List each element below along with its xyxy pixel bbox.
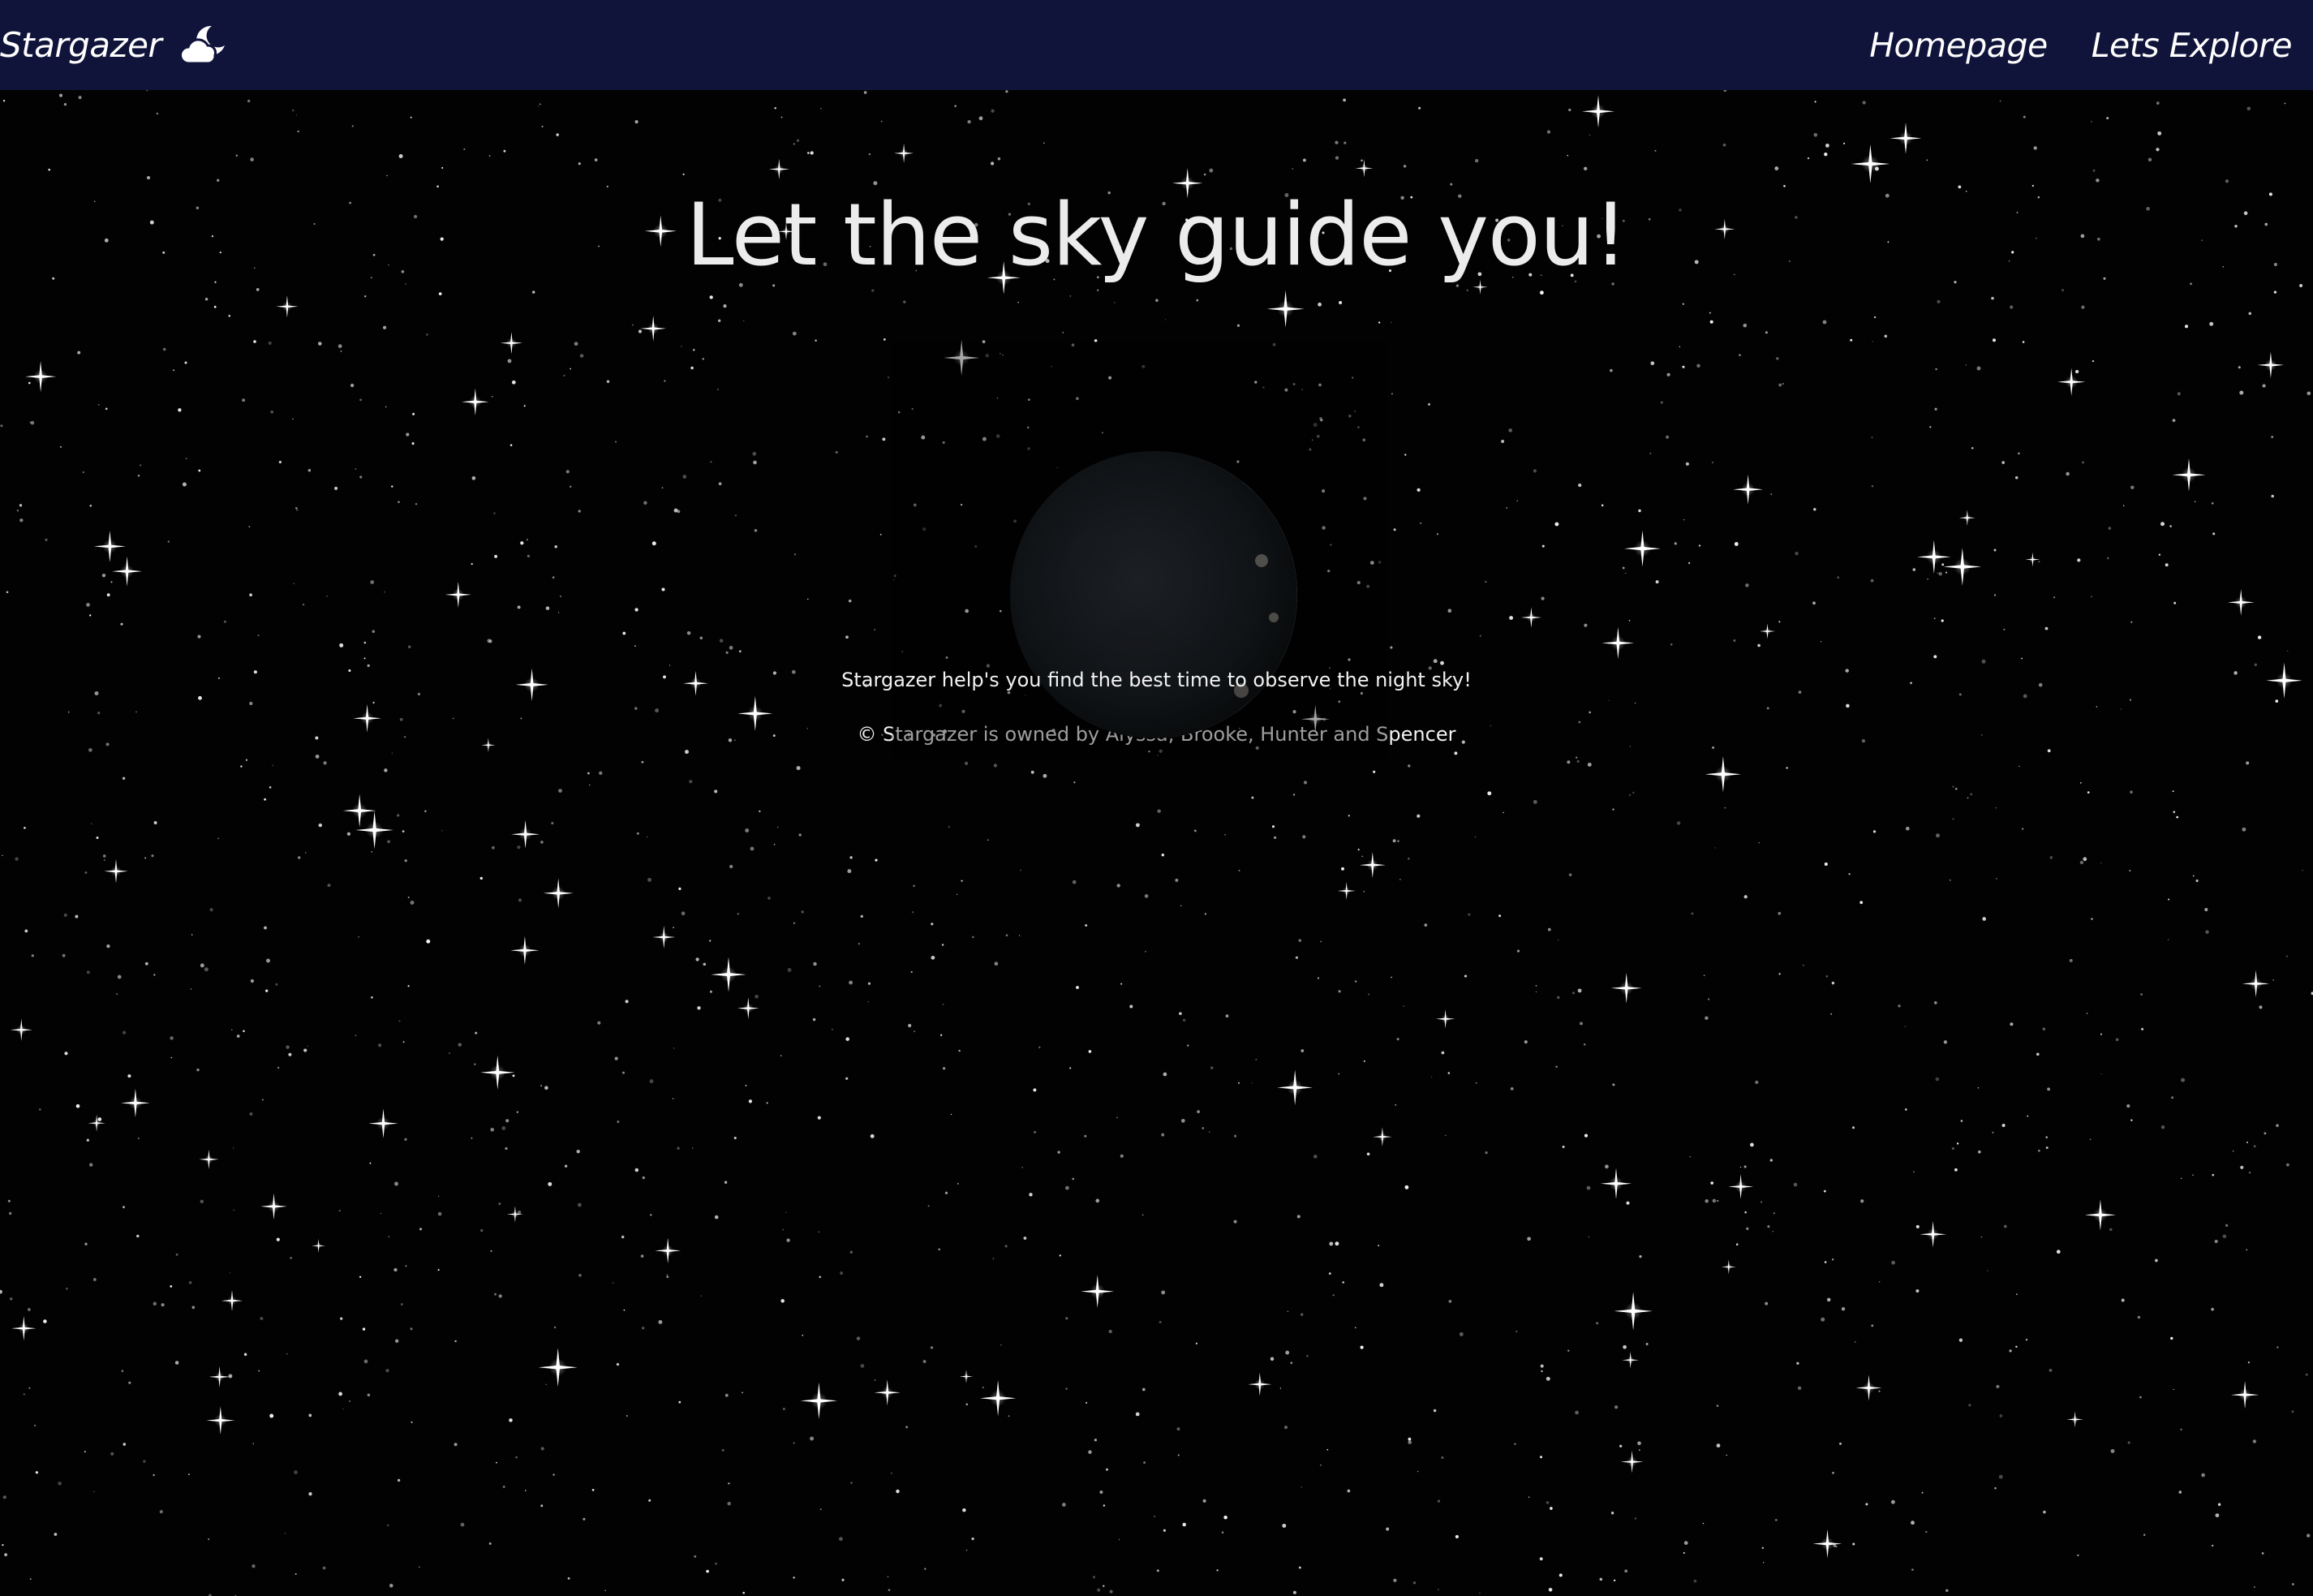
hero-title: Let the sky guide you!: [686, 185, 1628, 285]
brand[interactable]: Stargazer: [0, 0, 226, 90]
nav-link-lets-explore[interactable]: Lets Explore: [2092, 26, 2293, 65]
top-navbar: Stargazer Homepage Lets Explore: [0, 0, 2313, 90]
page: Stargazer Homepage Lets Explore Let the …: [0, 0, 2313, 1596]
crescent-moon-image: [892, 342, 1387, 759]
hero-tagline: Stargazer help's you find the best time …: [841, 669, 1472, 691]
nav-link-homepage[interactable]: Homepage: [1869, 26, 2048, 65]
cloud-moon-icon: [179, 25, 226, 64]
brand-name: Stargazer: [0, 25, 162, 65]
nav-links: Homepage Lets Explore: [1825, 0, 2292, 90]
